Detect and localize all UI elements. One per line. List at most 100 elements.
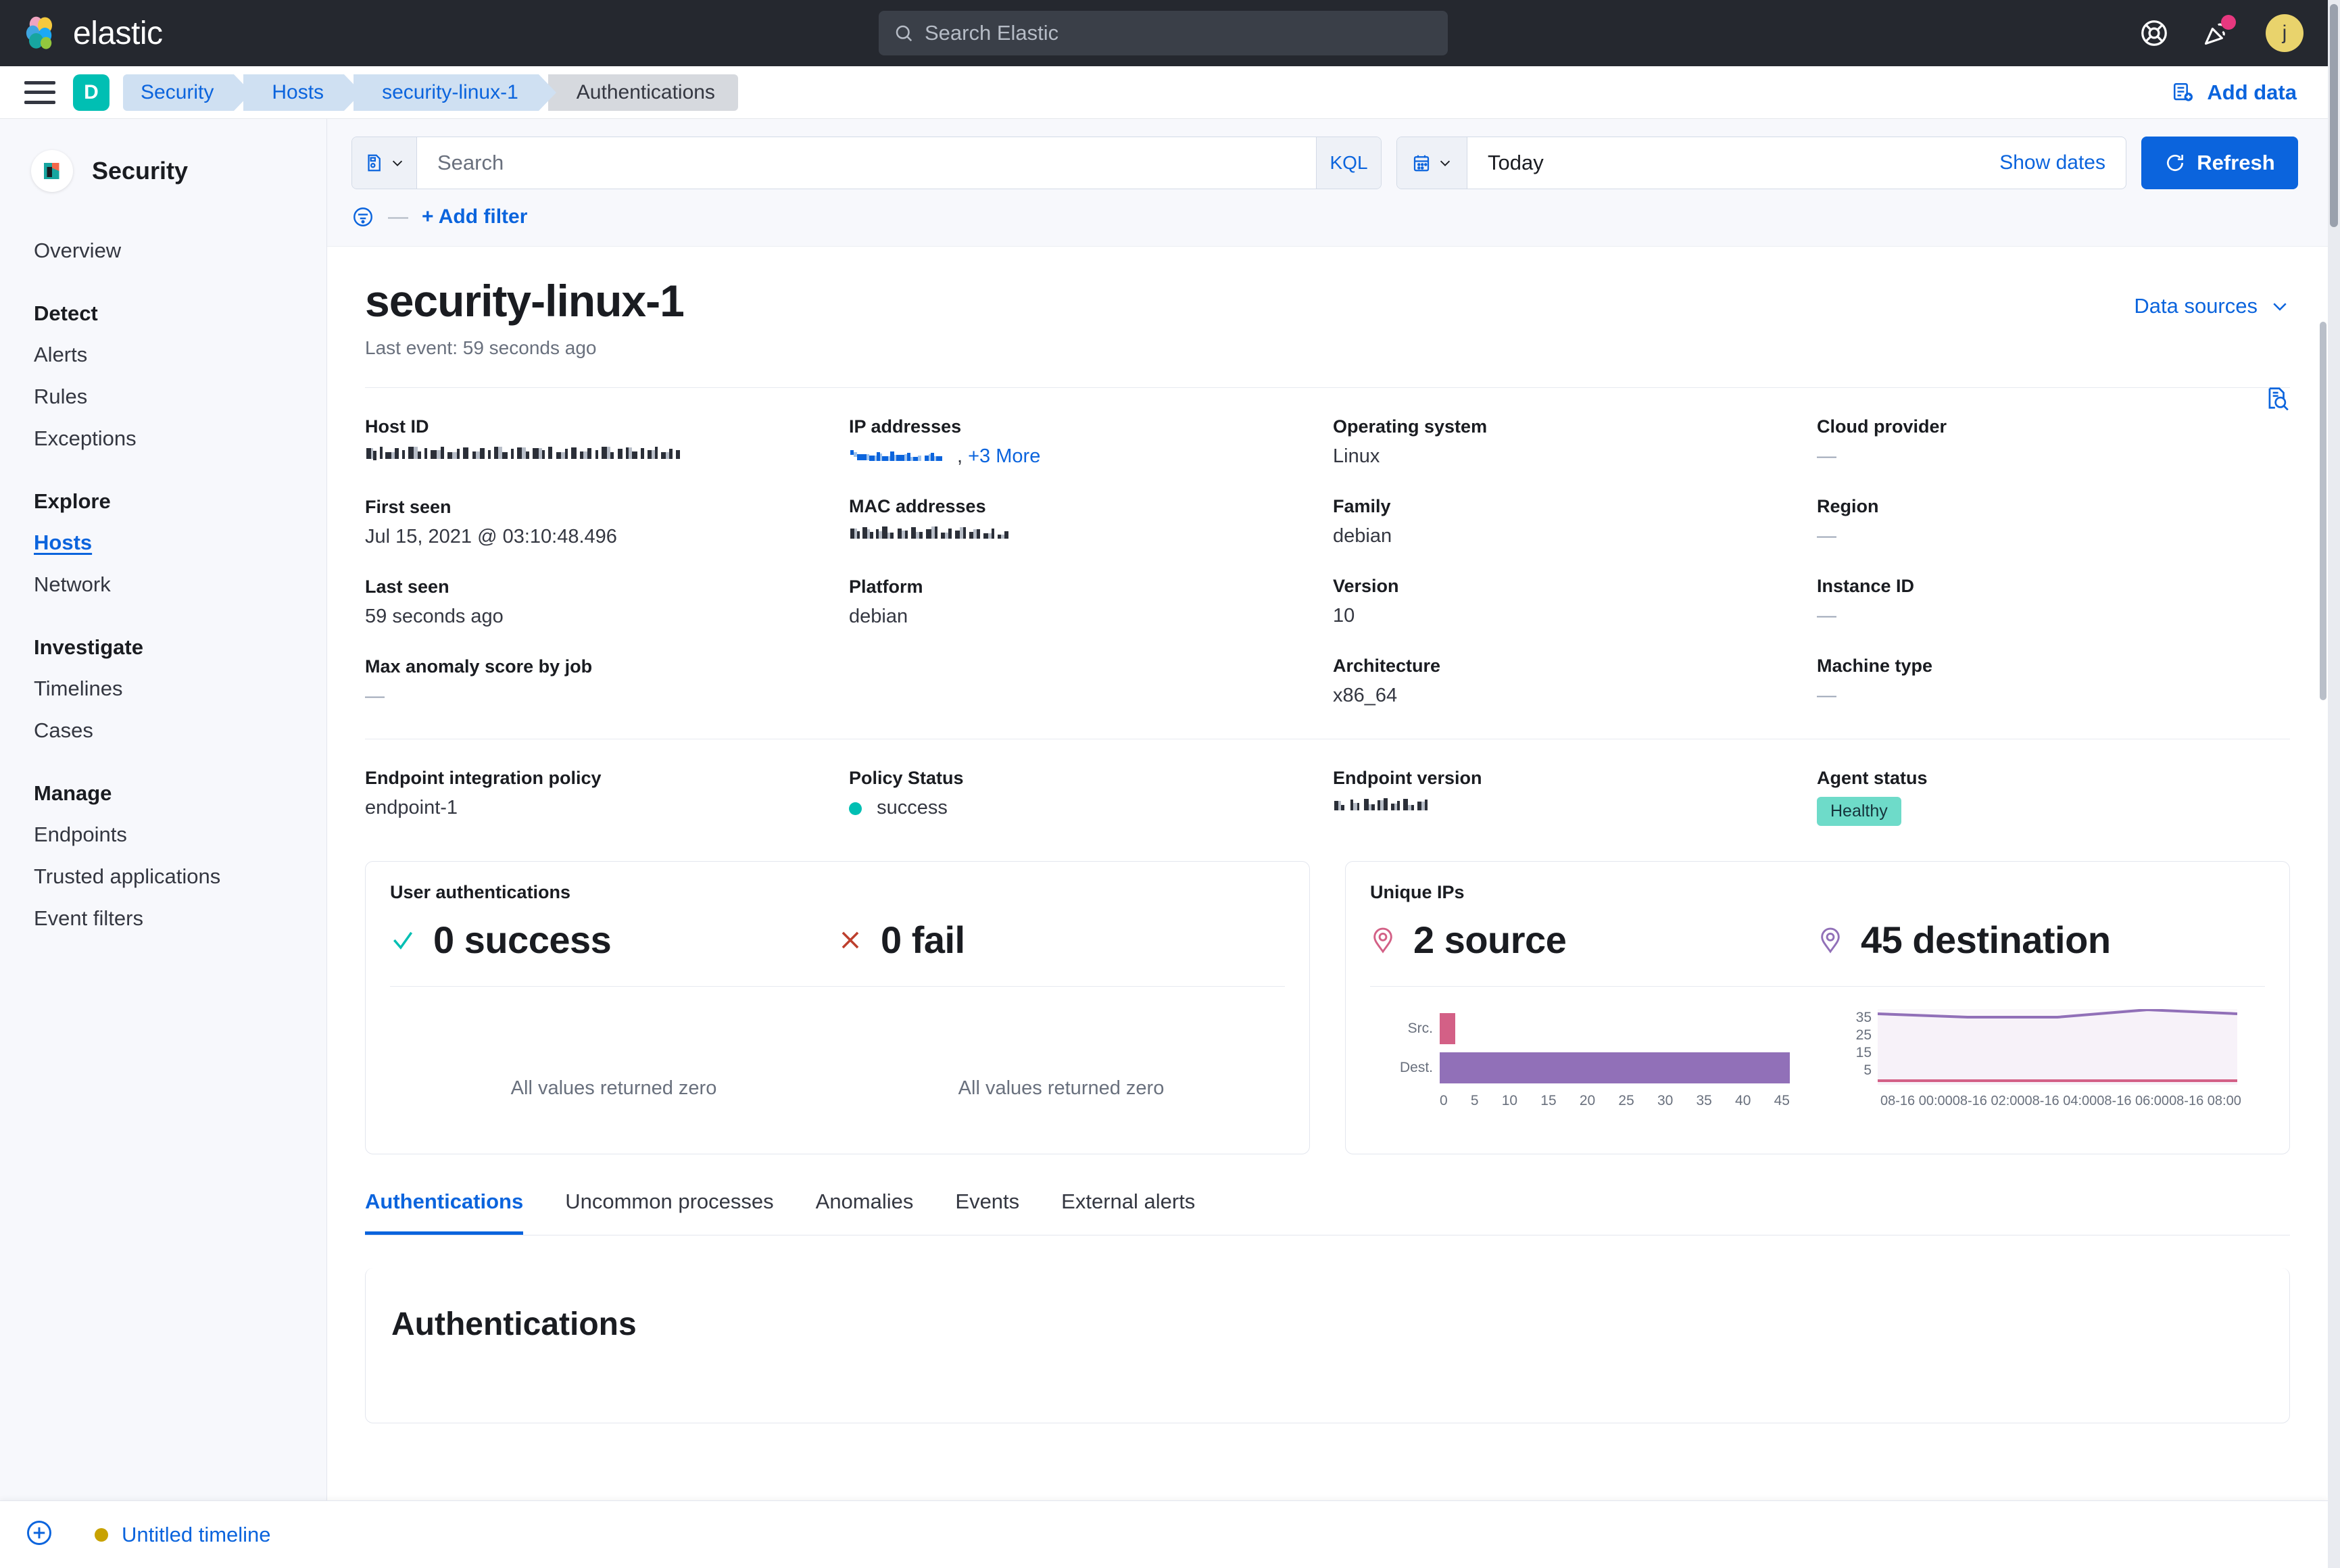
hamburger-menu-icon[interactable] [24,81,55,104]
field-label: Instance ID [1817,576,2281,597]
tab-events[interactable]: Events [955,1190,1019,1235]
sidebar-item-endpoints[interactable]: Endpoints [0,814,326,856]
field-endpoint-integration-policy: Endpoint integration policy endpoint-1 [365,768,849,826]
sidebar-item-cases[interactable]: Cases [0,710,326,752]
redacted-value-icon [849,448,957,466]
sidebar-item-hosts[interactable]: Hosts [0,522,326,564]
sidebar-item-rules[interactable]: Rules [0,376,326,418]
status-badge: Healthy [1817,797,1901,826]
inspect-icon[interactable] [2264,385,2290,414]
space-badge[interactable]: D [73,74,109,111]
sidebar-item-event-filters[interactable]: Event filters [0,898,326,939]
date-quick-menu-button[interactable] [1397,137,1467,189]
help-icon[interactable] [2139,18,2170,49]
status-dot-icon [849,802,862,815]
add-filter-button[interactable]: + Add filter [422,205,527,228]
sidebar-item-exceptions[interactable]: Exceptions [0,418,326,460]
sidebar-item-network[interactable]: Network [0,564,326,606]
scrollbar-thumb[interactable] [2330,4,2338,227]
breadcrumb-item-hosts[interactable]: Hosts [243,74,344,111]
date-range-value[interactable]: Today [1467,137,1999,189]
security-app-icon [31,150,73,192]
bar-xtick: 45 [1774,1093,1790,1109]
unique-ips-bar-chart: Src. Dest. 0 [1370,995,1818,1123]
breadcrumb-item-authentications[interactable]: Authentications [548,74,738,111]
panel-divider [1370,986,2265,987]
global-search-input[interactable]: Search Elastic [879,11,1448,55]
bar-xtick: 25 [1618,1093,1634,1109]
field-value: — [1817,445,2281,468]
main-scrollbar-thumb[interactable] [2320,322,2326,700]
bar-ytick: Src. [1398,1009,1440,1048]
show-dates-button[interactable]: Show dates [1999,137,2126,189]
tab-external-alerts[interactable]: External alerts [1061,1190,1195,1235]
host-details-column-3: Operating system Linux Family debian Ver… [1333,416,1817,736]
panel-charts: Src. Dest. 0 [1370,995,2265,1123]
filter-row: — + Add filter [351,205,2298,228]
bar-xtick: 10 [1502,1093,1517,1109]
endpoint-policy-row: Endpoint integration policy endpoint-1 P… [365,739,2290,826]
field-value-redacted [365,445,829,468]
breadcrumb-item-host[interactable]: security-linux-1 [354,74,539,111]
line-xtick: 08-16 08:00 [2169,1094,2241,1109]
host-details-column-4: Cloud provider — Region — Instance ID — … [1817,416,2301,736]
add-data-button[interactable]: Add data [2172,80,2297,105]
field-value: debian [1333,525,1797,547]
field-platform: Platform debian [849,577,1313,628]
empty-chart-text: All values returned zero [511,1077,717,1100]
refresh-button[interactable]: Refresh [2141,137,2298,189]
search-input[interactable]: Search [417,137,1316,189]
stat-value: 0 success [433,918,611,962]
tab-anomalies[interactable]: Anomalies [816,1190,914,1235]
field-value: — [1817,605,2281,627]
field-version: Version 10 [1333,576,1797,627]
host-details-column-2: IP addresses [849,416,1333,736]
timeline-name-button[interactable]: Untitled timeline [122,1523,271,1547]
panel-title: User authentications [390,882,1285,903]
announcements-icon[interactable] [2202,18,2233,49]
sidebar-item-trusted-applications[interactable]: Trusted applications [0,856,326,898]
query-language-button[interactable]: KQL [1316,137,1381,189]
bar-src [1440,1013,1455,1044]
field-operating-system: Operating system Linux [1333,416,1797,468]
chevron-down-icon [1438,155,1453,170]
ip-more-link[interactable]: +3 More [968,445,1040,467]
field-label: Endpoint integration policy [365,768,829,789]
elastic-logo-icon [23,16,58,51]
field-label: Endpoint version [1333,768,1797,789]
host-tabs: Authentications Uncommon processes Anoma… [365,1190,2290,1235]
field-max-anomaly-score: Max anomaly score by job — [365,656,829,708]
saved-query-menu-button[interactable] [352,137,417,189]
global-topbar: elastic Search Elastic j [0,0,2328,66]
tab-uncommon-processes[interactable]: Uncommon processes [565,1190,773,1235]
field-host-id: Host ID [365,416,829,468]
chart-fail-empty: All values returned zero [837,995,1285,1123]
window-scrollbar[interactable] [2328,0,2340,1568]
panel-stats: 0 success 0 fail [390,918,1285,962]
stat-success: 0 success [390,918,837,962]
sidebar-item-overview[interactable]: Overview [0,230,326,272]
elastic-brand[interactable]: elastic [23,15,163,52]
global-search-placeholder: Search Elastic [925,21,1058,45]
avatar[interactable]: j [2266,14,2304,52]
field-label: Region [1817,496,2281,517]
breadcrumb-item-security[interactable]: Security [123,74,234,111]
data-sources-button[interactable]: Data sources [2134,294,2290,318]
authentications-card-title: Authentications [391,1306,2264,1343]
main-scrollbar[interactable] [2318,119,2328,1500]
field-value-wrap: Healthy [1817,797,2281,826]
empty-chart-text: All values returned zero [958,1077,1165,1100]
bar-chart-plot [1440,1009,1790,1087]
page-body: security-linux-1 Last event: 59 seconds … [327,247,2328,1423]
tab-authentications[interactable]: Authentications [365,1190,523,1235]
notification-badge [2221,15,2236,30]
field-label: Version [1333,576,1797,597]
breadcrumb-bar: D Security Hosts security-linux-1 Authen… [0,66,2328,119]
sidebar-item-alerts[interactable]: Alerts [0,334,326,376]
field-cloud-provider: Cloud provider — [1817,416,2281,468]
panel-stats: 2 source 45 destination [1370,918,2265,962]
add-timeline-icon[interactable] [24,1518,54,1551]
elastic-security-host-page: elastic Search Elastic j [0,0,2340,1568]
sidebar-item-timelines[interactable]: Timelines [0,668,326,710]
field-value: Linux [1333,445,1797,468]
